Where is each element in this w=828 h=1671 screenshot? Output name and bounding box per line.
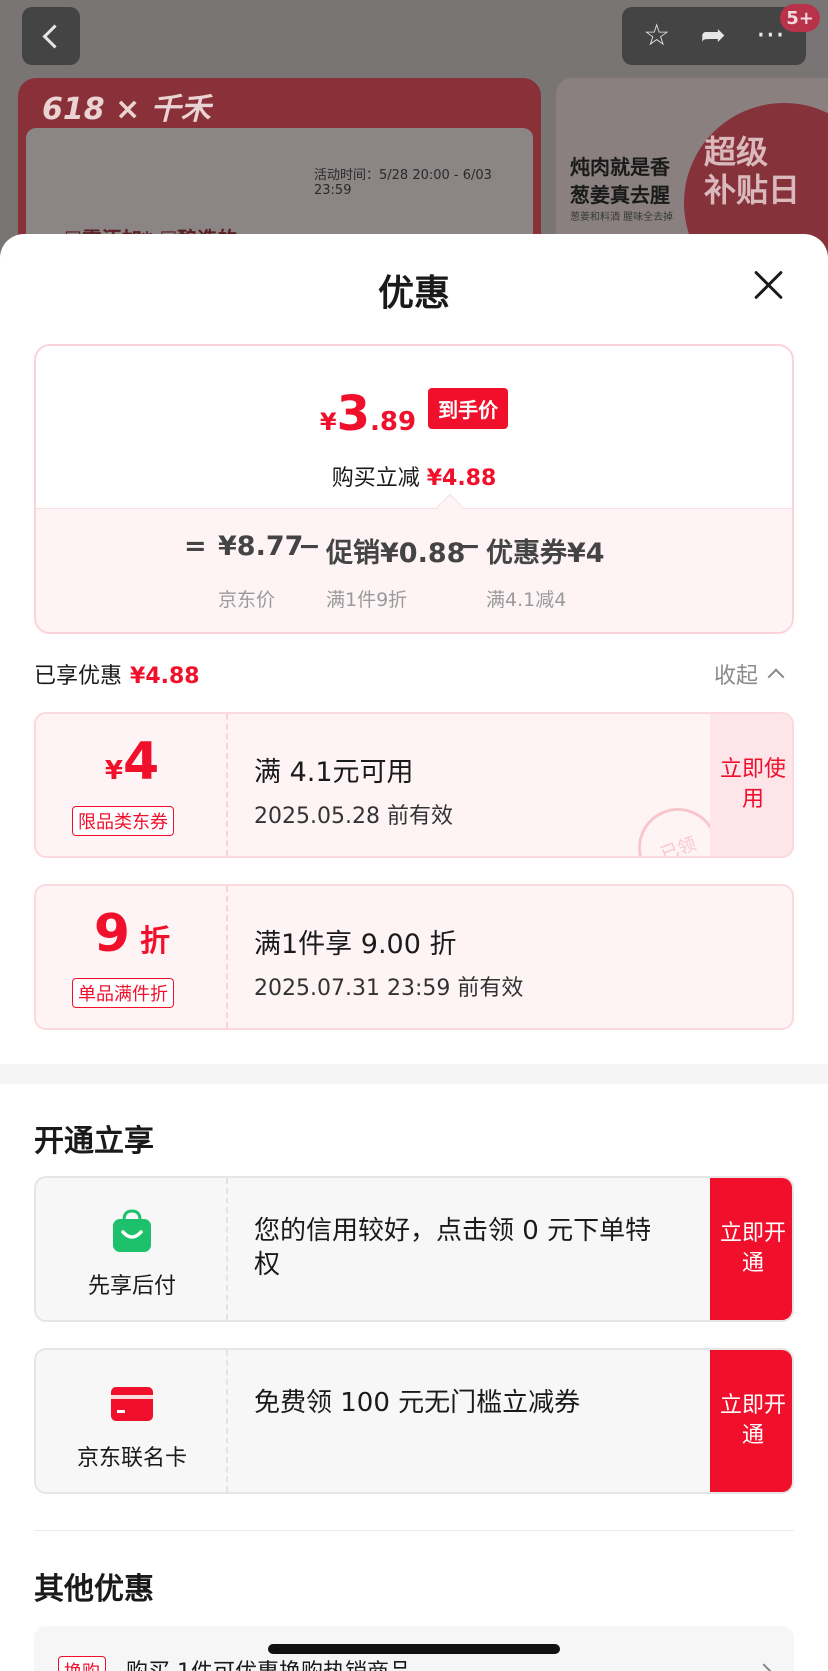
- trade-in-tag: 换购: [58, 1656, 106, 1671]
- final-price-tag: 到手价: [428, 387, 509, 429]
- discount-kind-tag: 单品满件折: [72, 978, 174, 1008]
- promo-line-1: 超级: [704, 133, 769, 171]
- coupon-value: 4: [122, 732, 160, 792]
- discount-value: 9: [93, 904, 131, 964]
- banner-brand-tag: 618 × 千禾: [42, 92, 211, 127]
- enjoyed-discount: 已享优惠 ¥4.88: [34, 658, 200, 690]
- price-breakdown: = ¥8.77 京东价 − 促销¥0.88 满1件9折 − 优惠券¥4 满4.1…: [36, 508, 792, 632]
- home-indicator[interactable]: [268, 1644, 560, 1654]
- collapse-toggle[interactable]: 收起: [714, 658, 785, 690]
- price-integer: 3: [336, 386, 371, 442]
- coupon-card: ¥4 限品类东券 满 4.1元可用 2025.05.28 前有效 已领 立即使用: [34, 712, 794, 858]
- shopping-bag-icon: [113, 1209, 151, 1252]
- coupon-amount: ¥4: [36, 732, 228, 792]
- side-banner-headline: 炖肉就是香 葱姜真去腥: [570, 153, 670, 209]
- headline-line-2: 葱姜真去腥: [570, 183, 670, 207]
- instant-discount: 购买立减 ¥4.88: [36, 460, 792, 492]
- price-summary: ¥ 3 .89 到手价 购买立减 ¥4.88: [36, 346, 792, 508]
- coupon-discount-label: 满4.1减4: [486, 589, 567, 611]
- promo-line-2: 补贴日: [704, 171, 801, 209]
- star-icon[interactable]: ☆: [643, 21, 670, 51]
- pay-later-desc: 您的信用较好，点击领 0 元下单特权: [254, 1216, 652, 1280]
- activate-pay-later-button[interactable]: 立即开通: [710, 1178, 792, 1320]
- price-decimal: .89: [370, 407, 417, 437]
- section-separator: [34, 1530, 794, 1531]
- chevron-right-icon: [755, 1663, 773, 1671]
- discount-condition: 满1件享 9.00 折: [254, 929, 457, 960]
- section-divider: [0, 1064, 828, 1084]
- discount-validity: 2025.07.31 23:59 前有效: [254, 976, 524, 1001]
- notification-badge: 5+: [780, 4, 820, 32]
- promo-banner: 618 × 千禾 活动时间：5/28 20:00 - 6/03 23:59 ☑零…: [18, 78, 541, 260]
- currency-symbol: ¥: [319, 408, 337, 436]
- share-icon[interactable]: ➦: [701, 21, 726, 51]
- cobrand-brand: 京东联名卡: [36, 1350, 228, 1492]
- headline-line-1: 炖肉就是香: [570, 155, 670, 179]
- discount-amount: 9折: [36, 904, 228, 964]
- final-price: ¥ 3 .89 到手价: [36, 386, 792, 442]
- coupon-value-area: ¥4 限品类东券: [36, 714, 228, 856]
- close-icon[interactable]: [748, 264, 790, 306]
- promo-discount-label: 满1件9折: [326, 589, 408, 611]
- cobrand-name: 京东联名卡: [76, 1446, 187, 1471]
- other-section-title: 其他优惠: [34, 1572, 154, 1607]
- minus-sign-2: −: [458, 531, 481, 562]
- promo-circle-text: 超级 补贴日: [704, 133, 800, 209]
- price-card: ¥ 3 .89 到手价 购买立减 ¥4.88 = ¥8.77 京东价 − 促销¥…: [34, 344, 794, 634]
- open-section-title: 开通立享: [34, 1124, 154, 1159]
- credit-card-icon: [111, 1387, 153, 1421]
- coupon-discount: 优惠券¥4: [486, 538, 605, 569]
- instant-label: 购买立减: [331, 466, 420, 491]
- discount-unit: 折: [140, 924, 171, 959]
- banner-activity-time: 活动时间：5/28 20:00 - 6/03 23:59: [304, 158, 533, 204]
- enjoyed-label: 已享优惠: [34, 664, 123, 689]
- coupon-validity: 2025.05.28 前有效: [254, 804, 453, 829]
- pay-later-brand: 先享后付: [36, 1178, 228, 1320]
- side-banner-sub: 葱姜和料酒 腥味全去掉: [570, 212, 674, 223]
- promo-discount: 促销¥0.88: [326, 538, 466, 569]
- pay-later-card: 先享后付 您的信用较好，点击领 0 元下单特权 立即开通: [34, 1176, 794, 1322]
- discount-sheet: 优惠 ¥ 3 .89 到手价 购买立减 ¥4.88 = ¥8.77 京东价 − …: [0, 234, 828, 1671]
- cobrand-card: 京东联名卡 免费领 100 元无门槛立减券 立即开通: [34, 1348, 794, 1494]
- cobrand-desc: 免费领 100 元无门槛立减券: [254, 1388, 581, 1418]
- coupon-kind-tag: 限品类东券: [72, 806, 174, 836]
- side-banner: 炖肉就是香 葱姜真去腥 葱姜和料酒 腥味全去掉 超级 补贴日: [556, 78, 828, 260]
- coupon-currency: ¥: [104, 756, 123, 786]
- product-page-background: ☆ ➦ ··· 5+ 618 × 千禾 活动时间：5/28 20:00 - 6/…: [0, 0, 828, 260]
- use-now-button[interactable]: 立即使用: [710, 714, 792, 856]
- more-icon[interactable]: ···: [756, 21, 785, 51]
- base-price: ¥8.77: [218, 531, 304, 562]
- activate-cobrand-button[interactable]: 立即开通: [710, 1350, 792, 1492]
- base-price-label: 京东价: [218, 589, 276, 611]
- equals-sign: =: [184, 531, 207, 562]
- coupon-condition: 满 4.1元可用: [254, 757, 414, 788]
- collapse-label: 收起: [714, 664, 759, 689]
- pay-later-name: 先享后付: [87, 1274, 176, 1299]
- instant-amount: ¥4.88: [426, 466, 497, 491]
- discount-card: 9折 单品满件折 满1件享 9.00 折 2025.07.31 23:59 前有…: [34, 884, 794, 1030]
- chevron-up-icon: [767, 668, 785, 686]
- minus-sign: −: [298, 531, 321, 562]
- sheet-title: 优惠: [377, 273, 450, 314]
- trade-in-text: 购买 1件可优惠换购热销商品: [126, 1654, 411, 1671]
- enjoyed-amount: ¥4.88: [130, 664, 200, 689]
- discount-value-area: 9折 单品满件折: [36, 886, 228, 1028]
- top-actions: ☆ ➦ ···: [622, 7, 806, 65]
- back-button[interactable]: [22, 7, 80, 65]
